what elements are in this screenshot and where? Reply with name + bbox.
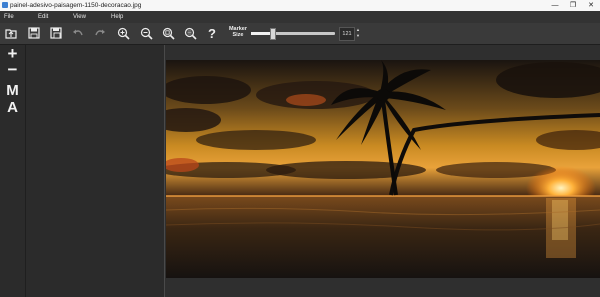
help-button[interactable]: ?: [204, 25, 220, 41]
menu-bar: File Edit View Help: [0, 11, 600, 23]
spin-down-icon[interactable]: ▼: [355, 33, 361, 39]
marker-size-input[interactable]: [339, 27, 355, 41]
toolbar: ? Marker Size ▲ ▼: [0, 23, 600, 45]
marker-size-slider[interactable]: [251, 28, 335, 40]
marker-size-slider-thumb[interactable]: [270, 28, 276, 40]
menu-view[interactable]: View: [73, 11, 86, 23]
minimize-button[interactable]: —: [546, 0, 564, 11]
open-button[interactable]: [3, 25, 19, 41]
zoom-fit-icon: [162, 27, 175, 40]
zoom-in-icon: [117, 27, 130, 40]
marker-size-spinner[interactable]: ▲ ▼: [355, 27, 361, 39]
menu-edit[interactable]: Edit: [38, 11, 48, 23]
close-button[interactable]: ✕: [582, 0, 600, 11]
undo-icon: [73, 29, 83, 36]
zoom-fit-button[interactable]: [160, 25, 176, 41]
left-tool-bar: + − M A: [0, 45, 26, 297]
save-button[interactable]: [26, 25, 42, 41]
open-icon: [5, 29, 17, 39]
zoom-actual-icon: [184, 27, 197, 40]
save-as-button[interactable]: [48, 25, 64, 41]
app-icon: [2, 2, 8, 8]
help-icon: ?: [208, 25, 216, 41]
image-canvas[interactable]: [165, 45, 600, 297]
zoom-in-button[interactable]: [115, 25, 131, 41]
undo-button[interactable]: [70, 25, 86, 41]
mode-a-button[interactable]: A: [3, 100, 22, 116]
save-as-icon: [50, 27, 62, 39]
zoom-actual-button[interactable]: [182, 25, 198, 41]
zoom-out-button[interactable]: [138, 25, 154, 41]
menu-help[interactable]: Help: [111, 11, 123, 23]
marker-size-label: Marker Size: [226, 26, 250, 38]
maximize-button[interactable]: ❐: [564, 0, 582, 11]
mode-m-button[interactable]: M: [3, 83, 22, 99]
marker-size-label-line2: Size: [232, 32, 244, 38]
redo-button[interactable]: [92, 25, 108, 41]
remove-point-button[interactable]: −: [3, 61, 22, 79]
menu-file[interactable]: File: [4, 11, 14, 23]
save-icon: [28, 27, 40, 39]
title-bar: painel-adesivo-paisagem-1150-decoracao.j…: [0, 0, 600, 11]
window-title: painel-adesivo-paisagem-1150-decoracao.j…: [10, 2, 142, 9]
redo-icon: [95, 29, 105, 36]
sunset-beach-photo: [166, 60, 600, 278]
zoom-out-icon: [140, 27, 153, 40]
side-panel: [26, 45, 165, 297]
marker-size-slider-fill: [251, 32, 272, 35]
